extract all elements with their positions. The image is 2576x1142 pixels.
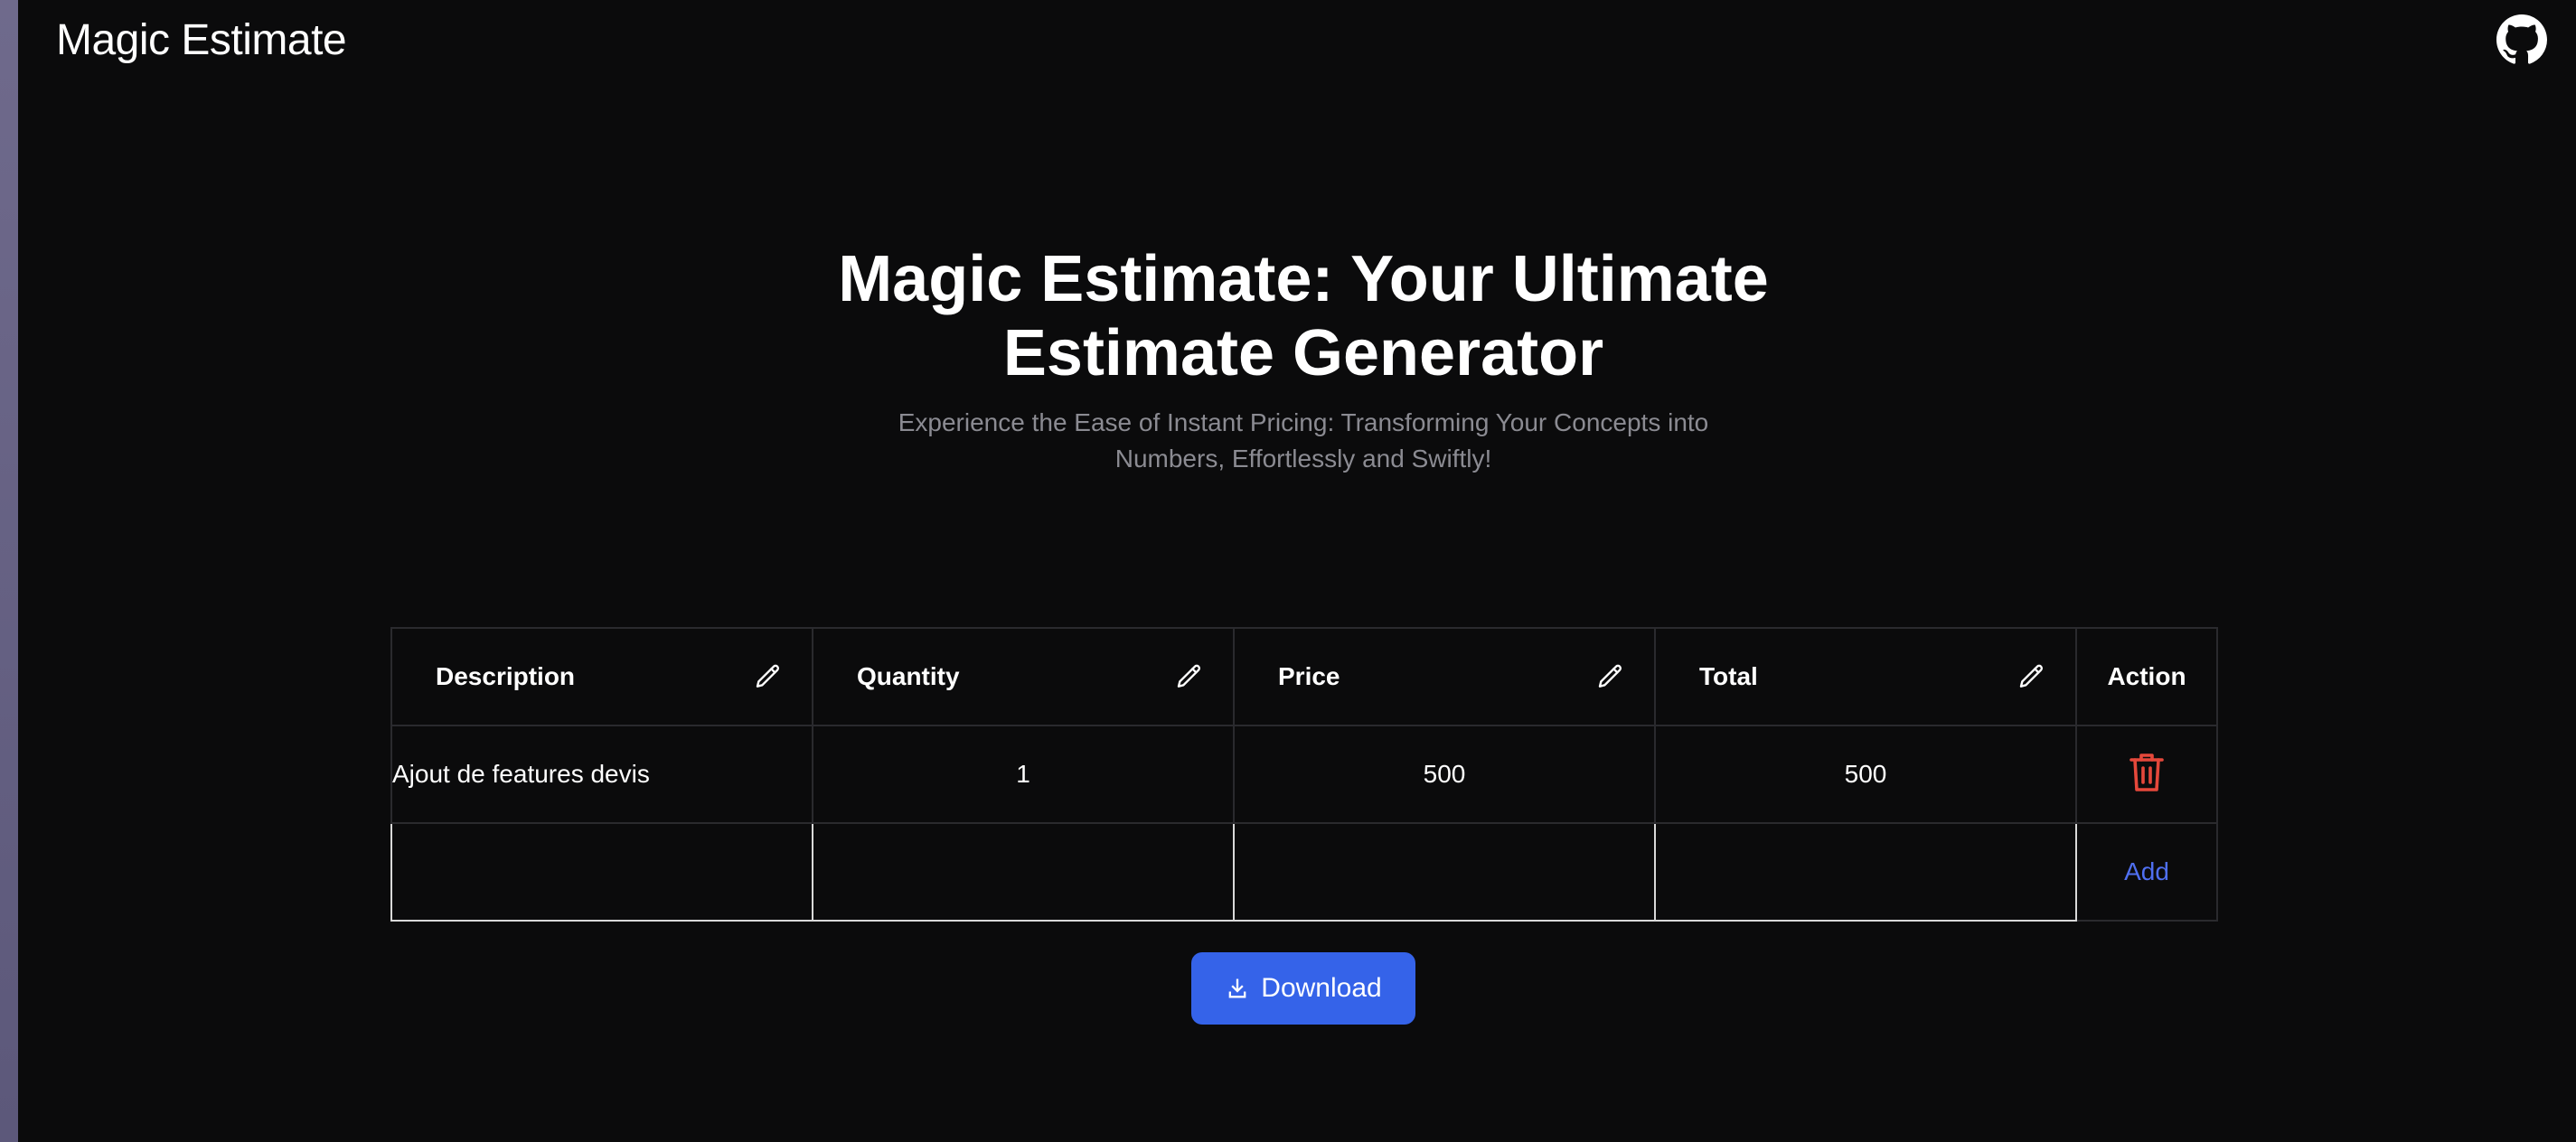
add-cell: Add bbox=[2075, 822, 2218, 922]
table-row: Ajout de features devis 1 500 500 bbox=[390, 725, 2218, 824]
estimate-table-container: Description Quantity Price Total Action … bbox=[390, 627, 2218, 922]
column-header-total: Total bbox=[1654, 627, 2077, 726]
estimate-table: Description Quantity Price Total Action … bbox=[390, 627, 2218, 922]
download-button[interactable]: Download bbox=[1191, 952, 1415, 1025]
page-subtitle: Experience the Ease of Instant Pricing: … bbox=[898, 408, 1709, 473]
edit-pencil-icon[interactable] bbox=[754, 662, 783, 691]
new-description-input[interactable] bbox=[392, 825, 812, 919]
column-header-action: Action bbox=[2075, 627, 2218, 726]
new-description-cell bbox=[390, 822, 813, 922]
download-icon bbox=[1225, 976, 1250, 1001]
download-label: Download bbox=[1261, 973, 1382, 1003]
cell-total[interactable]: 500 bbox=[1654, 725, 2077, 824]
edit-pencil-icon[interactable] bbox=[1596, 662, 1625, 691]
brand-title: Magic Estimate bbox=[56, 16, 347, 64]
page-title: Magic Estimate: Your Ultimate Estimate G… bbox=[838, 243, 1769, 389]
table-header-row: Description Quantity Price Total Action bbox=[390, 627, 2218, 726]
cell-quantity[interactable]: 1 bbox=[812, 725, 1235, 824]
edit-pencil-icon[interactable] bbox=[2017, 662, 2046, 691]
column-header-quantity: Quantity bbox=[812, 627, 1235, 726]
page: Magic Estimate Magic Estimate: Your Ulti… bbox=[0, 0, 2576, 1142]
new-total-cell bbox=[1654, 822, 2077, 922]
column-label-description: Description bbox=[436, 662, 576, 690]
trash-icon[interactable] bbox=[2129, 751, 2165, 794]
new-quantity-cell bbox=[812, 822, 1235, 922]
new-price-input[interactable] bbox=[1235, 825, 1654, 919]
cell-action bbox=[2075, 725, 2218, 824]
new-total-input[interactable] bbox=[1656, 825, 2075, 919]
window-edge bbox=[0, 0, 18, 1142]
column-label-quantity: Quantity bbox=[857, 662, 960, 690]
column-label-price: Price bbox=[1278, 662, 1340, 690]
cell-description[interactable]: Ajout de features devis bbox=[390, 725, 813, 824]
edit-pencil-icon[interactable] bbox=[1175, 662, 1204, 691]
column-header-description: Description bbox=[390, 627, 813, 726]
new-row: Add bbox=[390, 822, 2218, 922]
column-header-price: Price bbox=[1233, 627, 1656, 726]
new-price-cell bbox=[1233, 822, 1656, 922]
add-button[interactable]: Add bbox=[2124, 857, 2169, 885]
new-quantity-input[interactable] bbox=[813, 825, 1233, 919]
column-label-total: Total bbox=[1699, 662, 1758, 690]
cell-price[interactable]: 500 bbox=[1233, 725, 1656, 824]
hero-section: Magic Estimate: Your Ultimate Estimate G… bbox=[0, 242, 2576, 477]
github-icon[interactable] bbox=[2496, 14, 2547, 65]
